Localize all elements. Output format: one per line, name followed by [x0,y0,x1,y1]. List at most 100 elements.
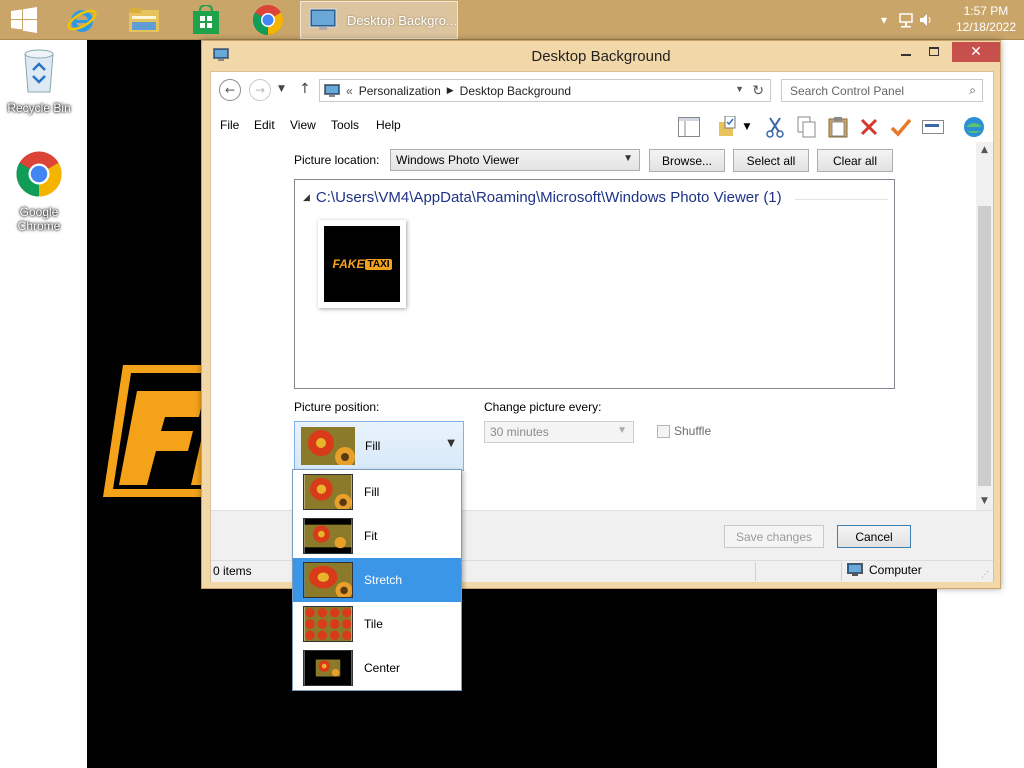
start-button[interactable] [0,0,48,40]
up-button[interactable]: ↑ [299,81,311,97]
cut-button[interactable] [763,115,787,139]
scrollbar-thumb[interactable] [978,206,991,486]
folder-check-icon [719,116,736,136]
position-option-label: Fill [364,485,380,499]
item-count: 0 items [213,564,252,578]
close-button[interactable]: ✕ [952,42,1000,62]
network-icon[interactable] [898,12,914,28]
rename-button[interactable] [921,115,945,139]
desktop-icon-recycle-bin[interactable]: Recycle Bin [1,46,77,115]
taskbar-store[interactable] [182,0,230,40]
menu-tools[interactable]: Tools [331,118,359,132]
address-bar[interactable]: « Personalization ▶ Desktop Background ▼… [319,79,771,102]
position-option-center[interactable]: Center [293,646,461,690]
maximize-button[interactable] [920,42,948,62]
thumbnail-text-taxi: TAXI [365,258,392,270]
arrow-right-icon: → [254,83,266,97]
position-option-stretch[interactable]: Stretch [293,558,461,602]
picture-thumbnail[interactable]: FAKE TAXI [318,220,406,308]
breadcrumb-personalization[interactable]: Personalization [359,84,441,98]
taskbar-internet-explorer[interactable] [58,0,106,40]
folder-options-button[interactable] [716,115,740,139]
search-input[interactable]: Search Control Panel ⌕ [781,79,983,102]
menu-help[interactable]: Help [376,118,401,132]
breadcrumb-desktop-background[interactable]: Desktop Background [460,84,571,98]
checkmark-icon [890,118,912,137]
content-area: Picture location: Windows Photo Viewer ▼… [211,142,977,510]
copy-button[interactable] [795,115,819,139]
refresh-icon[interactable]: ↻ [752,82,764,99]
paste-button[interactable] [826,115,850,139]
group-header[interactable]: ◢ C:\Users\VM4\AppData\Roaming\Microsoft\… [303,189,782,206]
position-option-label: Center [364,661,401,675]
desktop-icon-google-chrome[interactable]: Google Chrome [1,150,77,233]
forward-button[interactable]: → [249,79,271,101]
position-option-label: Stretch [364,573,403,587]
taskbar-chrome[interactable] [244,0,292,40]
taskbar-file-explorer[interactable] [120,0,168,40]
chrome-icon [252,5,284,36]
store-icon [193,5,219,34]
picture-location-select[interactable]: Windows Photo Viewer ▼ [390,149,640,171]
center-preview-icon [303,650,353,686]
status-separator [755,562,756,581]
volume-icon[interactable] [918,12,934,28]
menu-edit[interactable]: Edit [254,118,275,132]
picture-position-select[interactable]: Fill ▼ [294,421,464,471]
properties-button[interactable] [889,115,913,139]
menu-view[interactable]: View [290,118,316,132]
recent-locations-dropdown[interactable]: ▼ [278,84,285,94]
picture-location-label: Picture location: [294,153,380,167]
taskbar: Desktop Backgro... ▾ 1:57 PM 12/18/2022 [0,0,1024,40]
navigation-bar: ← → ▼ ↑ « Personalization ▶ Desktop Back… [211,76,993,104]
menu-file[interactable]: File [220,118,239,132]
resize-grip-icon[interactable]: ⋰ [981,570,991,580]
folder-options-dropdown[interactable]: ▼ [741,115,753,139]
display-icon [309,8,337,30]
clock-time: 1:57 PM [963,4,1009,18]
windows-logo-icon [11,7,37,33]
title-bar[interactable]: Desktop Background ✕ [202,41,1000,71]
select-all-button[interactable]: Select all [733,149,809,172]
scroll-down-icon[interactable]: ▼ [976,493,993,510]
delete-button[interactable] [857,115,881,139]
help-button[interactable] [962,115,986,139]
globe-help-icon [964,117,984,137]
preview-pane-button[interactable] [677,115,701,139]
control-panel-icon [324,83,340,97]
tile-preview-icon [303,606,353,642]
arrow-up-icon: ↑ [299,81,311,97]
address-dropdown-icon[interactable]: ▼ [735,84,744,94]
internet-explorer-icon [67,9,97,32]
fill-preview-icon [301,427,355,465]
delete-icon [860,118,878,136]
breadcrumb-separator-icon: ▶ [446,85,454,95]
system-tray: ▾ 1:57 PM 12/18/2022 [874,0,1024,40]
breadcrumb-overflow[interactable]: « [346,84,353,98]
chevron-up-icon[interactable]: ▾ [876,12,892,28]
position-option-fit[interactable]: Fit [293,514,461,558]
taskbar-desktop-background[interactable]: Desktop Backgro... [300,1,458,39]
scroll-up-icon[interactable]: ▲ [976,142,993,159]
vertical-scrollbar[interactable]: ▲ ▼ [976,142,993,510]
back-button[interactable]: ← [219,79,241,101]
save-changes-button[interactable]: Save changes [724,525,824,548]
position-option-tile[interactable]: Tile [293,602,461,646]
search-icon[interactable]: ⌕ [969,83,976,98]
shuffle-checkbox[interactable] [657,425,670,438]
clear-all-button[interactable]: Clear all [817,149,893,172]
picture-position-value: Fill [365,439,381,453]
chevron-down-icon: ▼ [278,84,285,94]
browse-button[interactable]: Browse... [649,149,725,172]
minimize-button[interactable] [892,42,920,62]
collapse-triangle-icon[interactable]: ◢ [303,192,310,202]
computer-icon [847,563,863,576]
change-picture-select[interactable]: 30 minutes ▼ [484,421,634,443]
change-picture-label: Change picture every: [484,400,602,414]
position-option-fill[interactable]: Fill [293,470,461,514]
clock[interactable]: 1:57 PM 12/18/2022 [956,3,1016,35]
group-header-text: C:\Users\VM4\AppData\Roaming\Microsoft\W… [315,189,782,206]
picture-location-value: Windows Photo Viewer [396,153,520,167]
cancel-button[interactable]: Cancel [837,525,911,548]
preview-pane-icon [678,117,700,137]
